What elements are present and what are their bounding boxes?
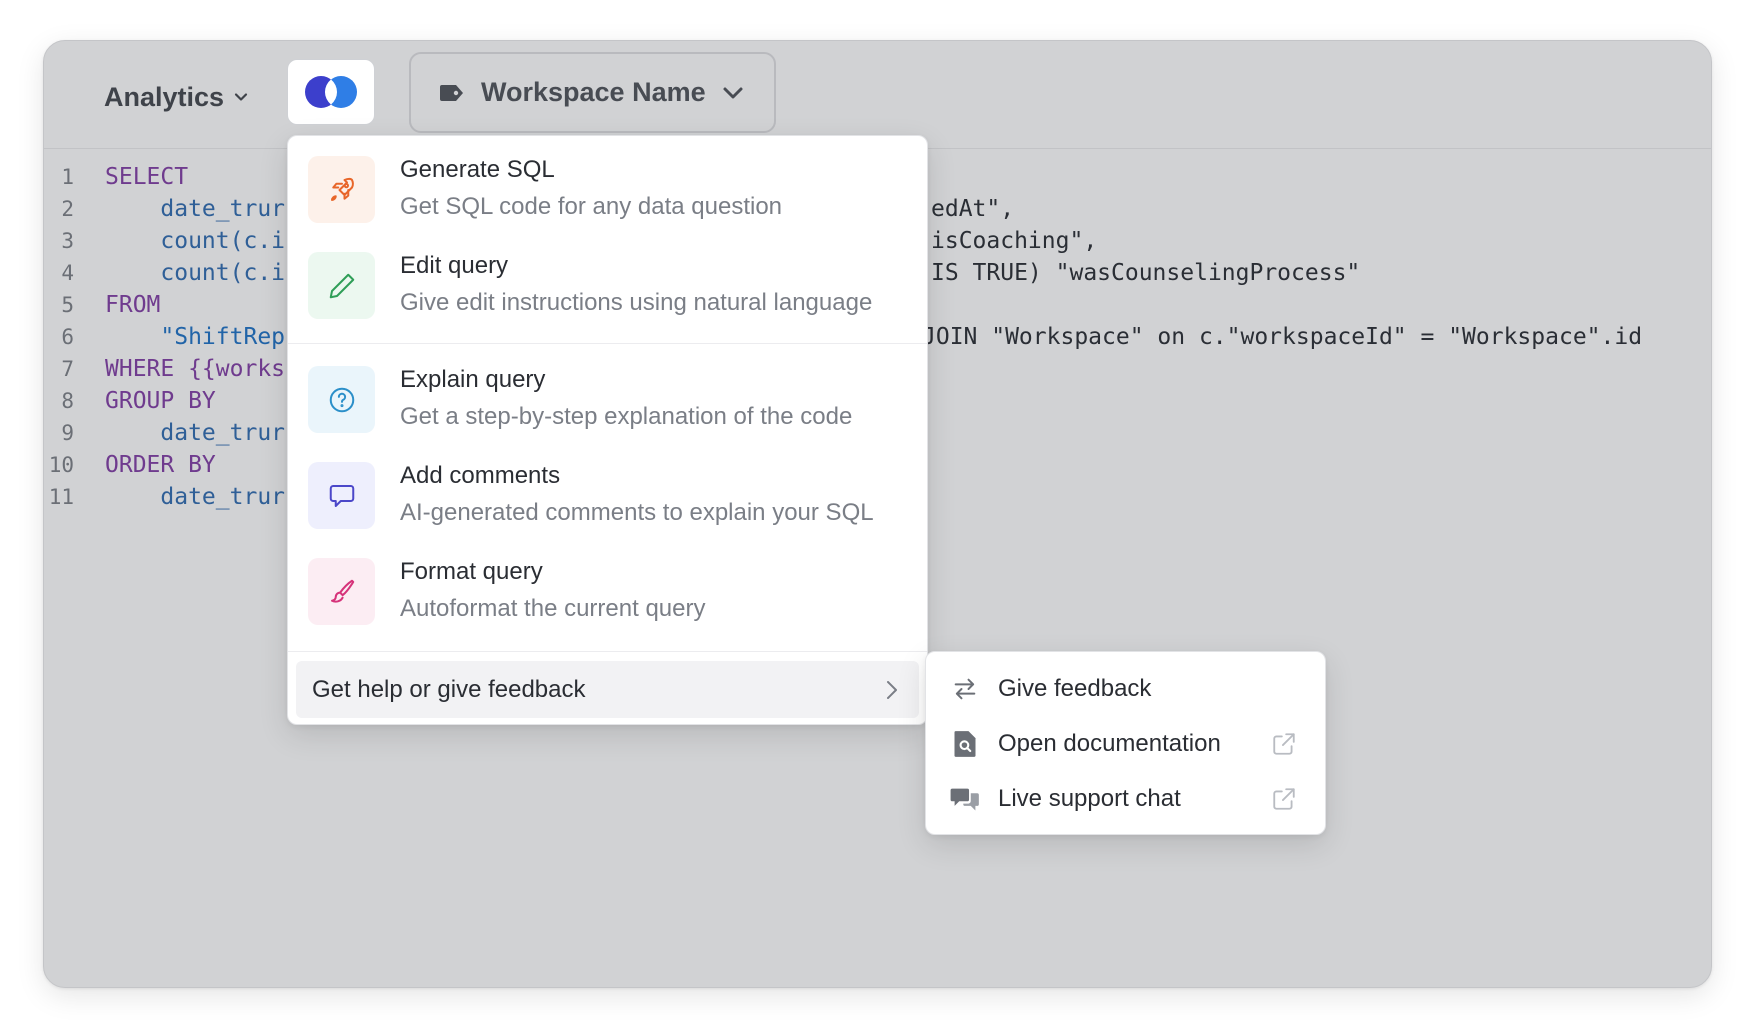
document-search-icon <box>950 729 980 759</box>
code-text: count(c.i <box>105 228 286 254</box>
code-text: "ShiftRep <box>105 324 286 350</box>
menu-item-edit-query[interactable]: Edit query Give edit instructions using … <box>288 232 927 322</box>
speech-bubble-icon <box>308 462 375 529</box>
toolbar: Analytics Workspace Name <box>44 41 1711 149</box>
code-text: count(c.i <box>105 260 286 286</box>
menu-item-title: Explain query <box>400 366 546 393</box>
give-feedback-label: Give feedback <box>998 675 1152 702</box>
menu-item-explain-query[interactable]: Explain query Get a step-by-step explana… <box>288 346 927 436</box>
external-link-icon <box>1273 733 1295 755</box>
open-documentation-item[interactable]: Open documentation <box>926 716 1325 772</box>
line-number: 3 <box>61 229 74 253</box>
code-text: WHERE {{works <box>105 356 286 382</box>
help-feedback-label: Get help or give feedback <box>312 675 586 703</box>
chevron-down-icon <box>234 93 248 101</box>
menu-item-format-query[interactable]: Format query Autoformat the current quer… <box>288 538 927 628</box>
menu-item-add-comments[interactable]: Add comments AI-generated comments to ex… <box>288 442 927 532</box>
menu-item-description: Get SQL code for any data question <box>400 193 783 220</box>
menu-item-title: Format query <box>400 558 543 585</box>
menu-item-title: Generate SQL <box>400 156 555 183</box>
ai-logo-icon <box>305 76 357 108</box>
arrows-exchange-icon <box>950 674 980 704</box>
line-number: 10 <box>48 453 74 477</box>
menu-item-description: Give edit instructions using natural lan… <box>400 289 873 316</box>
paintbrush-icon <box>308 558 375 625</box>
line-number: 8 <box>61 389 74 413</box>
line-number: 4 <box>61 261 74 285</box>
ai-actions-menu: Generate SQL Get SQL code for any data q… <box>287 135 928 725</box>
code-text: date_trur <box>105 420 286 446</box>
workspace-filter[interactable]: Workspace Name <box>409 52 776 133</box>
database-label: Analytics <box>104 81 225 112</box>
code-text: SELECT <box>105 164 189 190</box>
help-feedback-menu-item[interactable]: Get help or give feedback <box>296 661 919 718</box>
give-feedback-item[interactable]: Give feedback <box>926 661 1325 717</box>
menu-divider <box>288 651 927 652</box>
chevron-right-icon <box>887 680 897 699</box>
line-number: 2 <box>61 197 74 221</box>
line-number: 9 <box>61 421 74 445</box>
code-text: edAt", <box>931 196 1015 222</box>
chat-bubbles-icon <box>950 784 980 814</box>
live-support-chat-label: Live support chat <box>998 785 1181 812</box>
pencil-icon <box>308 252 375 319</box>
code-text: IS TRUE) "wasCounselingProcess" <box>931 260 1361 286</box>
question-circle-icon <box>308 366 375 433</box>
code-text: GROUP BY <box>105 388 216 414</box>
menu-divider <box>288 343 927 344</box>
menu-item-title: Edit query <box>400 252 509 279</box>
line-number: 6 <box>61 325 74 349</box>
tag-icon <box>440 84 463 101</box>
menu-item-generate-sql[interactable]: Generate SQL Get SQL code for any data q… <box>288 136 927 226</box>
live-support-chat-item[interactable]: Live support chat <box>926 771 1325 827</box>
line-number: 7 <box>61 357 74 381</box>
code-text: date_trur <box>105 196 286 222</box>
line-number: 11 <box>48 485 74 509</box>
line-number: 5 <box>61 293 74 317</box>
code-text: ORDER BY <box>105 452 216 478</box>
external-link-icon <box>1273 788 1295 810</box>
code-text: JOIN "Workspace" on c."workspaceId" = "W… <box>922 324 1643 350</box>
line-number: 1 <box>61 165 74 189</box>
menu-item-description: Get a step-by-step explanation of the co… <box>400 403 853 430</box>
code-text: isCoaching", <box>931 228 1098 254</box>
rocket-icon <box>308 156 375 223</box>
menu-item-description: AI-generated comments to explain your SQ… <box>400 499 874 526</box>
code-text: date_trur <box>105 484 286 510</box>
menu-item-description: Autoformat the current query <box>400 595 706 622</box>
help-submenu: Give feedback Open documentation Live su… <box>925 651 1326 835</box>
menu-item-title: Add comments <box>400 462 561 489</box>
ai-assistant-button[interactable] <box>287 59 375 125</box>
workspace-filter-label: Workspace Name <box>481 77 706 107</box>
chevron-down-icon <box>723 87 743 98</box>
code-text: FROM <box>105 292 161 318</box>
database-selector[interactable]: Analytics <box>104 75 248 119</box>
open-documentation-label: Open documentation <box>998 730 1221 757</box>
